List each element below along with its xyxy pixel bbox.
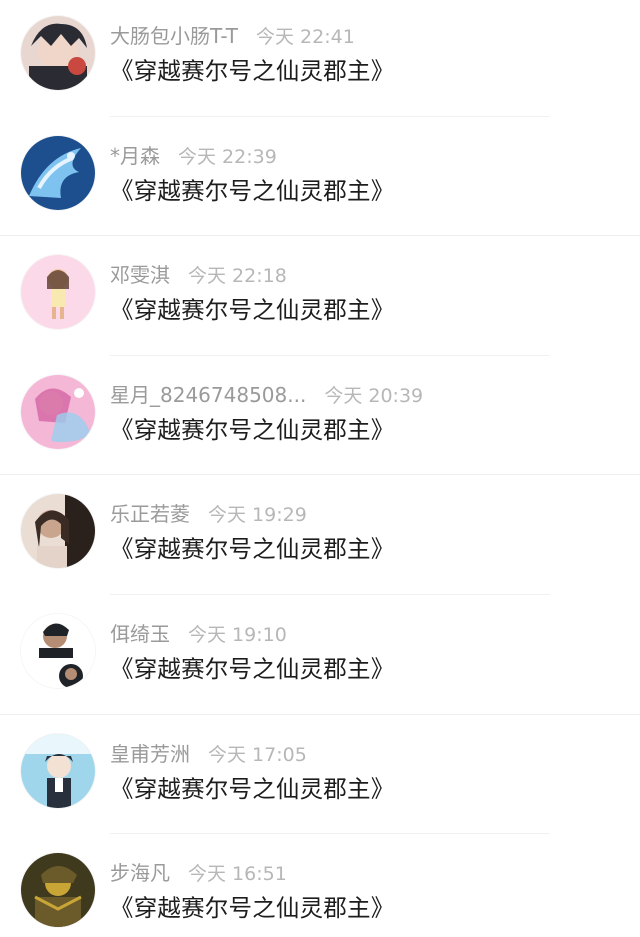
comment-meta: 星月_8246748508... 今天 20:39 bbox=[110, 381, 423, 409]
comment-time: 今天 22:41 bbox=[255, 26, 355, 48]
comment-time: 今天 19:10 bbox=[188, 624, 287, 646]
comment-text: 《穿越赛尔号之仙灵郡主》 bbox=[110, 296, 395, 325]
boy-collage-avatar-icon bbox=[21, 614, 95, 688]
comment-time: 今天 22:18 bbox=[188, 265, 287, 288]
username[interactable]: 佴绮玉 bbox=[110, 622, 170, 646]
username[interactable]: 皇甫芳洲 bbox=[110, 742, 190, 766]
comment-item[interactable]: 邓雯淇 今天 22:18 《穿越赛尔号之仙灵郡主》 bbox=[0, 239, 640, 359]
user-avatar[interactable] bbox=[21, 135, 95, 210]
comment-meta: 步海凡 今天 16:51 bbox=[110, 859, 287, 887]
username[interactable]: 大肠包小肠T-T bbox=[110, 24, 238, 48]
anime-boy-avatar-icon bbox=[21, 16, 95, 90]
user-avatar[interactable] bbox=[21, 614, 95, 688]
comment-item[interactable]: *月森 今天 22:39 《穿越赛尔号之仙灵郡主》 bbox=[0, 120, 640, 240]
comment-item[interactable]: 步海凡 今天 16:51 《穿越赛尔号之仙灵郡主》 bbox=[0, 837, 640, 937]
user-avatar[interactable] bbox=[21, 494, 95, 569]
user-avatar[interactable] bbox=[21, 16, 95, 90]
comment-item[interactable]: 皇甫芳洲 今天 17:05 《穿越赛尔号之仙灵郡主》 bbox=[0, 718, 640, 838]
comment-item[interactable]: 佴绮玉 今天 19:10 《穿越赛尔号之仙灵郡主》 bbox=[0, 598, 640, 718]
anime-student-avatar-icon bbox=[21, 733, 95, 808]
comment-meta: 皇甫芳洲 今天 17:05 bbox=[110, 740, 307, 768]
row-divider bbox=[110, 115, 550, 117]
comment-text: 《穿越赛尔号之仙灵郡主》 bbox=[110, 535, 395, 564]
blue-dragon-avatar-icon bbox=[21, 135, 95, 210]
comment-item[interactable]: 星月_8246748508... 今天 20:39 《穿越赛尔号之仙灵郡主》 bbox=[0, 359, 640, 479]
warrior-avatar-icon bbox=[21, 853, 95, 928]
girl-photo-avatar-icon bbox=[21, 494, 95, 569]
comment-meta: *月森 今天 22:39 bbox=[110, 142, 277, 170]
comment-time: 今天 22:39 bbox=[178, 145, 277, 168]
row-divider bbox=[0, 235, 640, 237]
user-avatar[interactable] bbox=[21, 374, 95, 449]
comment-text: 《穿越赛尔号之仙灵郡主》 bbox=[110, 415, 395, 444]
comment-time: 今天 20:39 bbox=[324, 384, 424, 407]
comment-time: 今天 16:51 bbox=[188, 863, 287, 886]
comment-item[interactable]: 大肠包小肠T-T 今天 22:41 《穿越赛尔号之仙灵郡主》 bbox=[0, 0, 640, 120]
comment-text: 《穿越赛尔号之仙灵郡主》 bbox=[110, 176, 395, 205]
comment-meta: 大肠包小肠T-T 今天 22:41 bbox=[110, 22, 355, 50]
row-divider bbox=[110, 354, 550, 356]
user-avatar[interactable] bbox=[21, 853, 95, 928]
row-divider bbox=[110, 833, 550, 835]
cartoon-girl-avatar-icon bbox=[21, 255, 95, 330]
row-divider bbox=[0, 474, 640, 476]
row-divider bbox=[0, 713, 640, 715]
comment-text: 《穿越赛尔号之仙灵郡主》 bbox=[110, 774, 395, 803]
comment-list: 大肠包小肠T-T 今天 22:41 《穿越赛尔号之仙灵郡主》 *月森 今天 22:39 《… bbox=[0, 0, 640, 937]
comment-item[interactable]: 乐正若菱 今天 19:29 《穿越赛尔号之仙灵郡主》 bbox=[0, 478, 640, 598]
user-avatar[interactable] bbox=[21, 733, 95, 808]
comment-text: 《穿越赛尔号之仙灵郡主》 bbox=[110, 894, 395, 923]
username[interactable]: 步海凡 bbox=[110, 861, 170, 885]
comment-time: 今天 17:05 bbox=[208, 743, 307, 766]
comment-time: 今天 19:29 bbox=[208, 504, 307, 527]
comment-text: 《穿越赛尔号之仙灵郡主》 bbox=[110, 57, 395, 85]
comment-meta: 乐正若菱 今天 19:29 bbox=[110, 500, 307, 528]
user-avatar[interactable] bbox=[21, 255, 95, 330]
row-divider bbox=[110, 594, 550, 595]
username[interactable]: 乐正若菱 bbox=[110, 502, 190, 526]
username[interactable]: *月森 bbox=[110, 144, 160, 168]
comment-meta: 佴绮玉 今天 19:10 bbox=[110, 620, 287, 648]
username[interactable]: 邓雯淇 bbox=[110, 263, 170, 287]
username[interactable]: 星月_8246748508... bbox=[110, 383, 306, 407]
fairy-girl-avatar-icon bbox=[21, 374, 95, 449]
comment-meta: 邓雯淇 今天 22:18 bbox=[110, 261, 287, 289]
comment-text: 《穿越赛尔号之仙灵郡主》 bbox=[110, 655, 395, 683]
